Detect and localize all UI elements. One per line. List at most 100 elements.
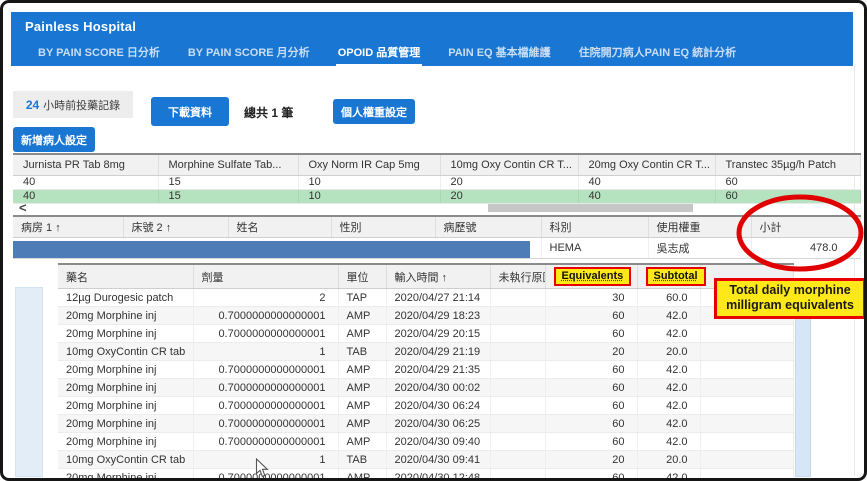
record-cell-dose: 0.7000000000000001 bbox=[193, 379, 338, 397]
patients-table: 病房 1 ↑ 床號 2 ↑ 姓名 性別 病歷號 科別 使用權重 小計 HEMA … bbox=[13, 215, 861, 259]
detail-panel-left-gutter bbox=[15, 287, 43, 477]
patients-column-header-weight-user[interactable]: 使用權重 bbox=[648, 216, 751, 238]
tab-inpatient-pain-eq-stats[interactable]: 住院開刀病人PAIN EQ 統計分析 bbox=[577, 40, 738, 66]
record-row[interactable]: 20mg Morphine inj 0.7000000000000001 AMP… bbox=[58, 415, 793, 433]
record-cell-drug: 20mg Morphine inj bbox=[58, 397, 193, 415]
weights-row-selected[interactable]: 40 15 10 20 40 60 bbox=[13, 189, 860, 203]
patients-column-header-name[interactable]: 姓名 bbox=[228, 216, 331, 238]
weights-column-header[interactable]: Jurnista PR Tab 8mg bbox=[13, 154, 158, 175]
record-cell-subtotal: 42.0 bbox=[637, 325, 700, 343]
tab-pain-eq-maintenance[interactable]: PAIN EQ 基本檔維護 bbox=[446, 40, 552, 66]
record-cell-not-executed-reason bbox=[490, 451, 545, 469]
record-cell-unit: AMP bbox=[338, 469, 386, 481]
patients-column-header-bed[interactable]: 床號 2 ↑ bbox=[123, 216, 228, 238]
records-column-header-drug[interactable]: 藥名 bbox=[58, 264, 193, 289]
record-row[interactable]: 20mg Morphine inj 0.7000000000000001 AMP… bbox=[58, 325, 793, 343]
weights-cell: 20 bbox=[440, 175, 578, 189]
patient-row[interactable]: HEMA 吳志成 478.0 bbox=[13, 238, 860, 259]
record-cell-dose: 0.7000000000000001 bbox=[193, 469, 338, 481]
tab-by-pain-score-monthly[interactable]: BY PAIN SCORE 月分析 bbox=[186, 40, 312, 66]
record-cell-drug: 20mg Morphine inj bbox=[58, 469, 193, 481]
record-cell-equivalents: 60 bbox=[545, 415, 637, 433]
tab-opoid-quality[interactable]: OPOID 品質管理 bbox=[336, 40, 423, 66]
record-cell-dose: 0.7000000000000001 bbox=[193, 397, 338, 415]
record-row[interactable]: 20mg Morphine inj 0.7000000000000001 AMP… bbox=[58, 361, 793, 379]
add-patient-button[interactable]: 新增病人設定 bbox=[13, 127, 95, 152]
records-column-header-unit[interactable]: 單位 bbox=[338, 264, 386, 289]
weights-column-header[interactable]: Morphine Sulfate Tab... bbox=[158, 154, 298, 175]
record-cell-not-executed-reason bbox=[490, 289, 545, 307]
record-cell-drug: 10mg OxyContin CR tab bbox=[58, 343, 193, 361]
record-cell-filler bbox=[700, 451, 793, 469]
weights-column-header[interactable]: 20mg Oxy Contin CR T... bbox=[578, 154, 715, 175]
record-cell-not-executed-reason bbox=[490, 397, 545, 415]
record-cell-dose: 1 bbox=[193, 343, 338, 361]
records-column-header-not-executed-reason[interactable]: 未執行原因 bbox=[490, 264, 545, 289]
record-cell-subtotal: 42.0 bbox=[637, 415, 700, 433]
history-24h-chip[interactable]: 24 小時前投藥記錄 bbox=[13, 91, 133, 118]
scroll-left-arrow[interactable]: < bbox=[19, 200, 27, 215]
app-title: Painless Hospital bbox=[11, 12, 853, 34]
record-cell-filler bbox=[700, 325, 793, 343]
record-row[interactable]: 10mg OxyContin CR tab 1 TAB 2020/04/29 2… bbox=[58, 343, 793, 361]
morphine-equivalents-callout: Total daily morphine milligram equivalen… bbox=[714, 278, 866, 319]
record-cell-subtotal: 42.0 bbox=[637, 361, 700, 379]
tab-bar: BY PAIN SCORE 日分析 BY PAIN SCORE 月分析 OPOI… bbox=[36, 40, 738, 66]
record-cell-drug: 20mg Morphine inj bbox=[58, 415, 193, 433]
record-cell-unit: TAB bbox=[338, 451, 386, 469]
weights-column-header[interactable]: 10mg Oxy Contin CR T... bbox=[440, 154, 578, 175]
record-cell-entry-time: 2020/04/30 00:02 bbox=[386, 379, 490, 397]
records-column-header-equivalents[interactable]: Equivalents bbox=[545, 264, 637, 289]
record-cell-equivalents: 30 bbox=[545, 289, 637, 307]
records-column-header-subtotal[interactable]: Subtotal bbox=[637, 264, 700, 289]
download-data-button[interactable]: 下載資料 bbox=[151, 97, 229, 126]
weights-cell: 15 bbox=[158, 189, 298, 203]
record-cell-subtotal: 42.0 bbox=[637, 469, 700, 481]
tab-by-pain-score-daily[interactable]: BY PAIN SCORE 日分析 bbox=[36, 40, 162, 66]
patients-column-header-dept[interactable]: 科別 bbox=[541, 216, 648, 238]
record-cell-entry-time: 2020/04/30 09:40 bbox=[386, 433, 490, 451]
detail-vertical-scrollbar[interactable] bbox=[795, 305, 811, 477]
record-cell-dose: 2 bbox=[193, 289, 338, 307]
records-column-header-dose[interactable]: 劑量 bbox=[193, 264, 338, 289]
app-window: Painless Hospital BY PAIN SCORE 日分析 BY P… bbox=[0, 0, 867, 481]
weights-column-header[interactable]: Transtec 35µg/h Patch bbox=[715, 154, 860, 175]
records-body: 12µg Durogesic patch 2 TAP 2020/04/27 21… bbox=[58, 289, 793, 481]
record-cell-filler bbox=[700, 433, 793, 451]
record-row[interactable]: 20mg Morphine inj 0.7000000000000001 AMP… bbox=[58, 307, 793, 325]
record-cell-drug: 20mg Morphine inj bbox=[58, 307, 193, 325]
patients-column-header-chart-no[interactable]: 病歷號 bbox=[435, 216, 541, 238]
record-cell-filler bbox=[700, 343, 793, 361]
record-cell-dose: 0.7000000000000001 bbox=[193, 361, 338, 379]
record-row[interactable]: 20mg Morphine inj 0.7000000000000001 AMP… bbox=[58, 433, 793, 451]
record-row[interactable]: 20mg Morphine inj 0.7000000000000001 AMP… bbox=[58, 397, 793, 415]
horizontal-scrollbar-thumb[interactable] bbox=[488, 204, 693, 212]
record-cell-entry-time: 2020/04/29 21:35 bbox=[386, 361, 490, 379]
personal-weight-button[interactable]: 個人權重設定 bbox=[333, 99, 415, 124]
record-row[interactable]: 20mg Morphine inj 0.7000000000000001 AMP… bbox=[58, 379, 793, 397]
record-cell-dose: 0.7000000000000001 bbox=[193, 307, 338, 325]
patients-column-header-sex[interactable]: 性別 bbox=[331, 216, 435, 238]
patient-cell-weight-user: 吳志成 bbox=[648, 238, 751, 259]
weights-column-header[interactable]: Oxy Norm IR Cap 5mg bbox=[298, 154, 440, 175]
medication-records-table: 藥名 劑量 單位 輸入時間 ↑ 未執行原因 Equivalents Subtot… bbox=[58, 263, 794, 481]
record-cell-not-executed-reason bbox=[490, 361, 545, 379]
record-cell-entry-time: 2020/04/30 12:48 bbox=[386, 469, 490, 481]
record-cell-equivalents: 20 bbox=[545, 343, 637, 361]
weights-cell: 40 bbox=[13, 189, 158, 203]
patients-column-header-ward[interactable]: 病房 1 ↑ bbox=[13, 216, 123, 238]
patients-column-header-subtotal[interactable]: 小計 bbox=[751, 216, 860, 238]
record-cell-unit: AMP bbox=[338, 379, 386, 397]
record-row[interactable]: 10mg OxyContin CR tab 1 TAB 2020/04/30 0… bbox=[58, 451, 793, 469]
record-cell-filler bbox=[700, 397, 793, 415]
weights-cell: 40 bbox=[13, 175, 158, 189]
record-cell-subtotal: 42.0 bbox=[637, 307, 700, 325]
record-row[interactable]: 12µg Durogesic patch 2 TAP 2020/04/27 21… bbox=[58, 289, 793, 307]
record-cell-entry-time: 2020/04/29 18:23 bbox=[386, 307, 490, 325]
record-cell-drug: 20mg Morphine inj bbox=[58, 379, 193, 397]
records-column-header-entry-time[interactable]: 輸入時間 ↑ bbox=[386, 264, 490, 289]
record-cell-not-executed-reason bbox=[490, 343, 545, 361]
record-cell-equivalents: 20 bbox=[545, 451, 637, 469]
record-row[interactable]: 20mg Morphine inj 0.7000000000000001 AMP… bbox=[58, 469, 793, 481]
weights-row[interactable]: 40 15 10 20 40 60 bbox=[13, 175, 860, 189]
